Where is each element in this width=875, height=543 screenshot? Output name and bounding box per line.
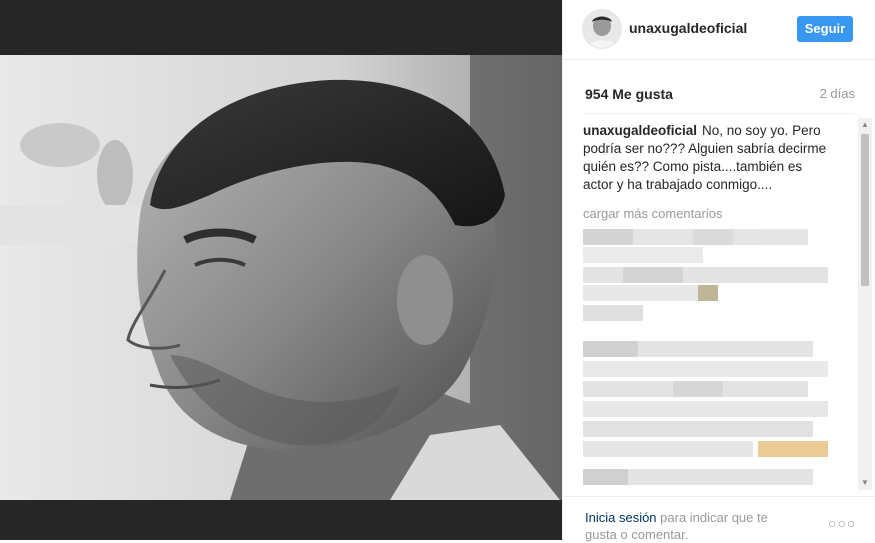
login-link[interactable]: Inicia sesión [585, 510, 657, 525]
portrait-image [0, 55, 562, 500]
comments-list: unaxugaldeoficial No, no soy yo. Pero pod… [583, 118, 851, 488]
post-photo[interactable] [0, 55, 562, 500]
login-prompt: Inicia sesión para indicar que te gusta … [585, 509, 795, 543]
post-age[interactable]: 2 días [820, 86, 855, 101]
caption: unaxugaldeoficial No, no soy yo. Pero pod… [583, 122, 833, 194]
ellipsis-icon[interactable]: ○○○ [828, 515, 856, 531]
post-sidebar: unaxugaldeoficial Seguir 954 Me gusta 2 … [562, 0, 875, 543]
scroll-thumb[interactable] [861, 134, 869, 286]
caption-username[interactable]: unaxugaldeoficial [583, 123, 697, 138]
load-more-comments-link[interactable]: cargar más comentarios [583, 206, 851, 221]
post-stats: 954 Me gusta 2 días [583, 82, 855, 104]
comments-scrollbar[interactable]: ▲ ▼ [858, 118, 872, 490]
post-footer: Inicia sesión para indicar que te gusta … [563, 496, 875, 543]
likes-count[interactable]: 954 Me gusta [585, 86, 673, 102]
avatar-image [583, 10, 621, 48]
avatar[interactable] [583, 10, 621, 48]
post-header: unaxugaldeoficial Seguir [563, 0, 875, 60]
post-media [0, 0, 562, 540]
scroll-up-arrow-icon[interactable]: ▲ [858, 118, 872, 132]
scroll-down-arrow-icon[interactable]: ▼ [858, 476, 872, 490]
divider [583, 113, 855, 114]
censored-comments [583, 229, 828, 485]
follow-button[interactable]: Seguir [797, 16, 853, 42]
post-author-username[interactable]: unaxugaldeoficial [629, 20, 747, 36]
